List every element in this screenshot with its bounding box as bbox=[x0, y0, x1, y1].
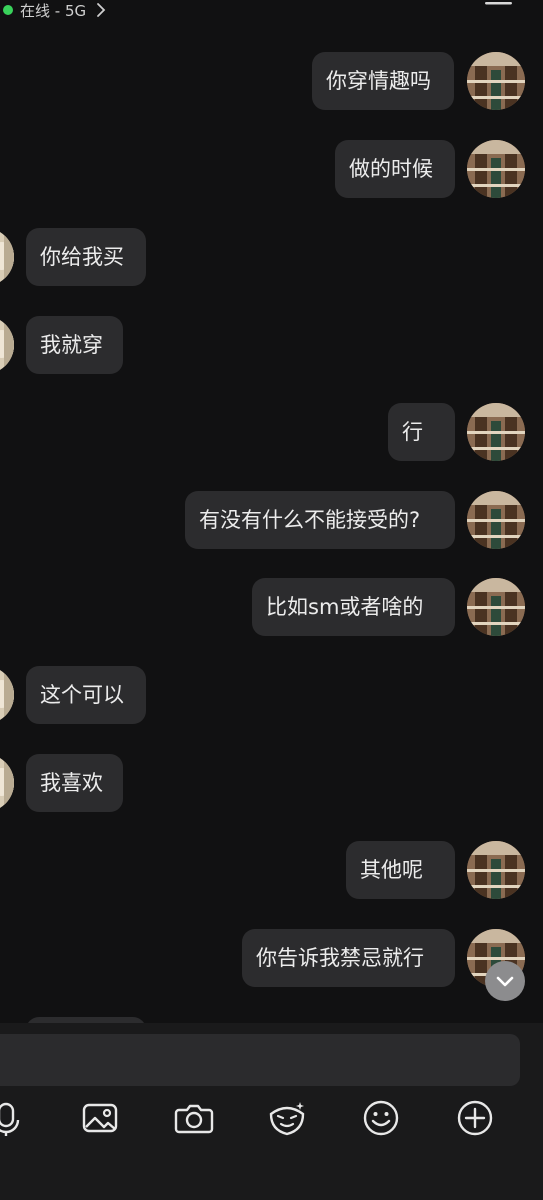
emoji-icon bbox=[363, 1100, 399, 1136]
my-avatar[interactable] bbox=[467, 52, 525, 110]
camera-button[interactable] bbox=[172, 1096, 216, 1140]
message-bubble-sent[interactable]: 有没有什么不能接受的? bbox=[185, 491, 455, 549]
add-button[interactable] bbox=[453, 1096, 497, 1140]
contact-avatar[interactable] bbox=[0, 666, 14, 724]
message-bubble-received[interactable]: 你给我买 bbox=[26, 228, 146, 286]
microphone-icon bbox=[0, 1102, 20, 1136]
contact-avatar[interactable] bbox=[0, 316, 14, 374]
voice-button[interactable] bbox=[0, 1096, 28, 1140]
sticker-button[interactable] bbox=[265, 1096, 309, 1140]
scroll-to-bottom-button[interactable] bbox=[485, 961, 525, 1001]
my-avatar[interactable] bbox=[467, 140, 525, 198]
message-input[interactable] bbox=[0, 1034, 520, 1086]
message-bubble-sent[interactable]: 比如sm或者啥的 bbox=[252, 578, 455, 636]
contact-avatar[interactable] bbox=[0, 228, 14, 286]
sticker-icon bbox=[269, 1102, 305, 1136]
my-avatar[interactable] bbox=[467, 491, 525, 549]
emoji-button[interactable] bbox=[359, 1096, 403, 1140]
my-avatar[interactable] bbox=[467, 403, 525, 461]
message-list[interactable]: 你穿情趣吗 做的时候 你给我买 我就穿 行 有没有什么不能接受的? 比如sm或者… bbox=[0, 0, 543, 1023]
message-bubble-received[interactable]: 我就穿 bbox=[26, 316, 123, 374]
message-bubble-sent[interactable]: 你穿情趣吗 bbox=[312, 52, 454, 110]
add-icon bbox=[457, 1100, 493, 1136]
my-avatar[interactable] bbox=[467, 841, 525, 899]
image-button[interactable] bbox=[78, 1096, 122, 1140]
message-bubble-sent[interactable]: 行 bbox=[388, 403, 455, 461]
message-bubble-sent[interactable]: 做的时候 bbox=[335, 140, 455, 198]
message-bubble-received[interactable]: 这个可以 bbox=[26, 666, 146, 724]
image-icon bbox=[82, 1103, 118, 1133]
message-bubble-sent[interactable]: 其他呢 bbox=[346, 841, 455, 899]
my-avatar[interactable] bbox=[467, 578, 525, 636]
message-bubble-sent[interactable]: 你告诉我禁忌就行 bbox=[242, 929, 455, 987]
chevron-down-icon bbox=[496, 976, 514, 987]
contact-avatar[interactable] bbox=[0, 754, 14, 812]
message-bubble-received[interactable]: 我喜欢 bbox=[26, 754, 123, 812]
camera-icon bbox=[174, 1104, 214, 1134]
